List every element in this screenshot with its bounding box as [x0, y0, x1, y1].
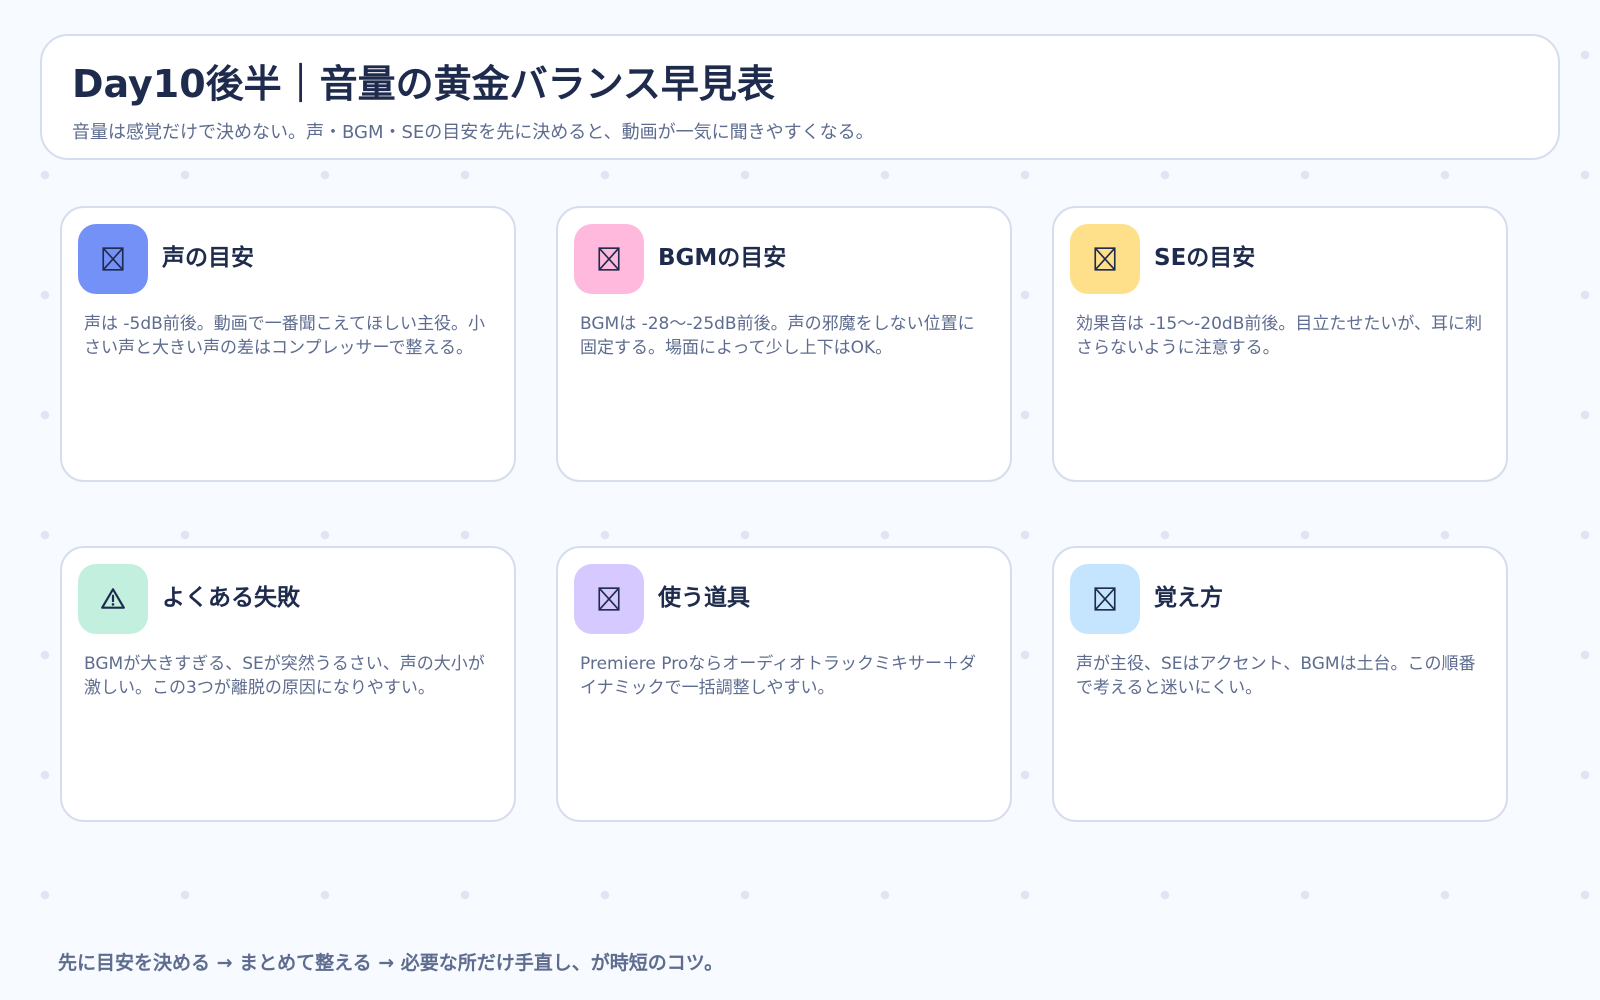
card-body: 声が主役、SEはアクセント、BGMは土台。この順番で考えると迷いにくい。: [1076, 654, 1476, 698]
footer-tip: 先に目安を決める → まとめて整える → 必要な所だけ手直し、が時短のコツ。: [58, 952, 724, 974]
card-body: BGMが大きすぎる、SEが突然うるさい、声の大小が激しい。この3つが離脱の原因に…: [84, 654, 485, 698]
missing-image-icon: [598, 247, 620, 271]
card-body: Premiere Proならオーディオトラックミキサー＋ダイナミックで一括調整し…: [580, 654, 977, 698]
card-common-mistakes: よくある失敗 BGMが大きすぎる、SEが突然うるさい、声の大小が激しい。この3つ…: [60, 546, 516, 822]
card-voice: 声の目安 声は -5dB前後。動画で一番聞こえてほしい主役。小さい声と大きい声の…: [60, 206, 516, 482]
card-title: BGMの目安: [658, 245, 787, 271]
card-title: SEの目安: [1154, 245, 1256, 271]
card-bgm: BGMの目安 BGMは -28〜-25dB前後。声の邪魔をしない位置に固定する。…: [556, 206, 1012, 482]
card-body: 効果音は -15〜-20dB前後。目立たせたいが、耳に刺さらないように注意する。: [1076, 314, 1483, 358]
card-icon-box: [78, 564, 148, 634]
missing-image-icon: [1094, 587, 1116, 611]
header-panel: Day10後半｜音量の黄金バランス早見表 音量は感覚だけで決めない。声・BGM・…: [40, 34, 1560, 160]
page-title: Day10後半｜音量の黄金バランス早見表: [72, 62, 775, 106]
card-tools: 使う道具 Premiere Proならオーディオトラックミキサー＋ダイナミックで…: [556, 546, 1012, 822]
card-memorization: 覚え方 声が主役、SEはアクセント、BGMは土台。この順番で考えると迷いにくい。: [1052, 546, 1508, 822]
missing-image-icon: [1094, 247, 1116, 271]
card-icon-box: [574, 224, 644, 294]
card-title: 使う道具: [658, 585, 750, 611]
card-body: 声は -5dB前後。動画で一番聞こえてほしい主役。小さい声と大きい声の差はコンプ…: [84, 314, 485, 358]
missing-image-icon: [598, 587, 620, 611]
card-title: 声の目安: [162, 245, 254, 271]
missing-image-icon: [102, 247, 124, 271]
warning-icon: [101, 588, 125, 609]
card-se: SEの目安 効果音は -15〜-20dB前後。目立たせたいが、耳に刺さらないよう…: [1052, 206, 1508, 482]
card-icon-box: [78, 224, 148, 294]
card-icon-box: [574, 564, 644, 634]
card-icon-box: [1070, 564, 1140, 634]
card-icon-box: [1070, 224, 1140, 294]
card-body: BGMは -28〜-25dB前後。声の邪魔をしない位置に固定する。場面によって少…: [580, 314, 975, 358]
card-title: 覚え方: [1154, 585, 1223, 611]
card-title: よくある失敗: [162, 585, 300, 611]
page-subtitle: 音量は感覚だけで決めない。声・BGM・SEの目安を先に決めると、動画が一気に聞き…: [72, 121, 874, 143]
